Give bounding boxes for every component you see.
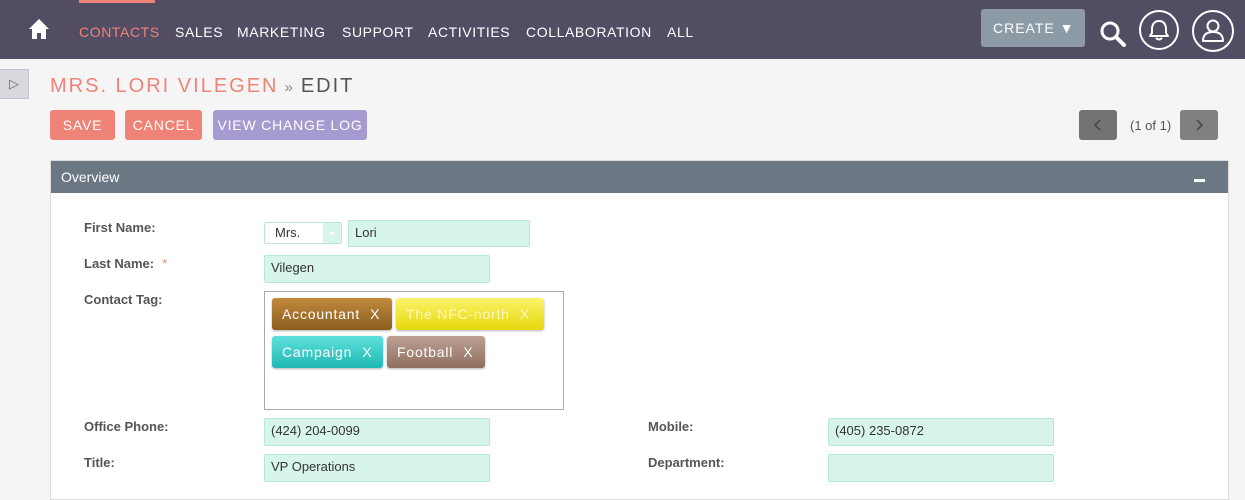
title-label: Title: [84,455,115,470]
user-icon [1202,19,1224,42]
tag-remove-button[interactable]: X [362,344,372,360]
view-change-log-button[interactable]: VIEW CHANGE LOG [213,110,367,140]
top-navigation: CONTACTS SALES MARKETING SUPPORT ACTIVIT… [0,0,1245,59]
create-button[interactable]: CREATE ▼ [981,9,1085,47]
chevron-down-icon [329,232,335,235]
tag-remove-button[interactable]: X [463,344,473,360]
notifications-button[interactable] [1139,10,1179,50]
tag-chip: Campaign X [272,336,383,368]
tag-remove-button[interactable]: X [520,306,530,322]
tag-chip: Football X [387,336,485,368]
active-tab-indicator [79,0,155,3]
record-name: MRS. LORI VILEGEN [50,75,279,97]
expand-arrow-icon: ▷ [9,76,19,91]
sidebar-toggle-button[interactable]: ▷ [0,69,29,99]
last-name-input[interactable]: Vilegen [264,255,490,283]
dropdown-arrow [323,223,341,243]
first-name-label: First Name: [84,220,156,235]
previous-record-button[interactable] [1079,110,1117,140]
office-phone-label: Office Phone: [84,419,169,434]
nav-item-contacts[interactable]: CONTACTS [79,24,160,40]
search-icon[interactable] [1099,20,1127,48]
tag-label: Accountant [282,306,361,322]
office-phone-input[interactable]: (424) 204-0099 [264,418,490,446]
overview-panel: Overview First Name: Mrs. Lori Last Name… [50,160,1229,500]
mobile-label: Mobile: [648,419,694,434]
nav-item-sales[interactable]: SALES [175,24,223,40]
salutation-value: Mrs. [275,225,301,240]
tag-chip: Accountant X [272,298,392,330]
next-record-button[interactable] [1180,110,1218,140]
department-input[interactable] [828,454,1054,482]
salutation-select[interactable]: Mrs. [264,222,342,244]
create-button-label: CREATE ▼ [993,20,1075,36]
nav-item-marketing[interactable]: MARKETING [237,24,326,40]
nav-item-activities[interactable]: ACTIVITIES [428,24,510,40]
pager-count: (1 of 1) [1130,118,1172,133]
home-icon[interactable] [28,18,50,40]
bell-icon [1149,20,1169,41]
nav-item-support[interactable]: SUPPORT [342,24,414,40]
tag-label: Football [397,344,454,360]
page-action: EDIT [300,75,355,97]
chevron-left-icon [1093,119,1101,131]
nav-item-collaboration[interactable]: COLLABORATION [526,24,652,40]
contact-tag-label: Contact Tag: [84,292,163,307]
tag-label: Campaign [282,344,353,360]
overview-panel-header[interactable]: Overview [51,161,1228,193]
mobile-input[interactable]: (405) 235-0872 [828,418,1054,446]
tag-label: The NFC-north [406,306,510,322]
tag-chip: The NFC-north X [396,298,544,330]
tag-remove-button[interactable]: X [370,306,380,322]
last-name-label-text: Last Name: [84,256,155,271]
nav-item-all[interactable]: ALL [667,24,694,40]
first-name-input[interactable]: Lori [348,220,530,247]
contact-tag-field[interactable]: Accountant X The NFC-north X Campaign X Foo… [264,291,564,410]
panel-title: Overview [61,169,120,185]
user-menu-button[interactable] [1192,10,1234,52]
required-marker: * [162,256,168,271]
cancel-button[interactable]: CANCEL [125,110,202,140]
collapse-icon[interactable] [1194,179,1205,182]
last-name-label: Last Name: * [84,256,167,271]
department-label: Department: [648,455,725,470]
save-button[interactable]: SAVE [50,110,115,140]
breadcrumb-separator: » [284,79,295,96]
chevron-right-icon [1196,119,1204,131]
page-title: MRS. LORI VILEGEN » EDIT [50,75,354,98]
title-input[interactable]: VP Operations [264,454,490,482]
